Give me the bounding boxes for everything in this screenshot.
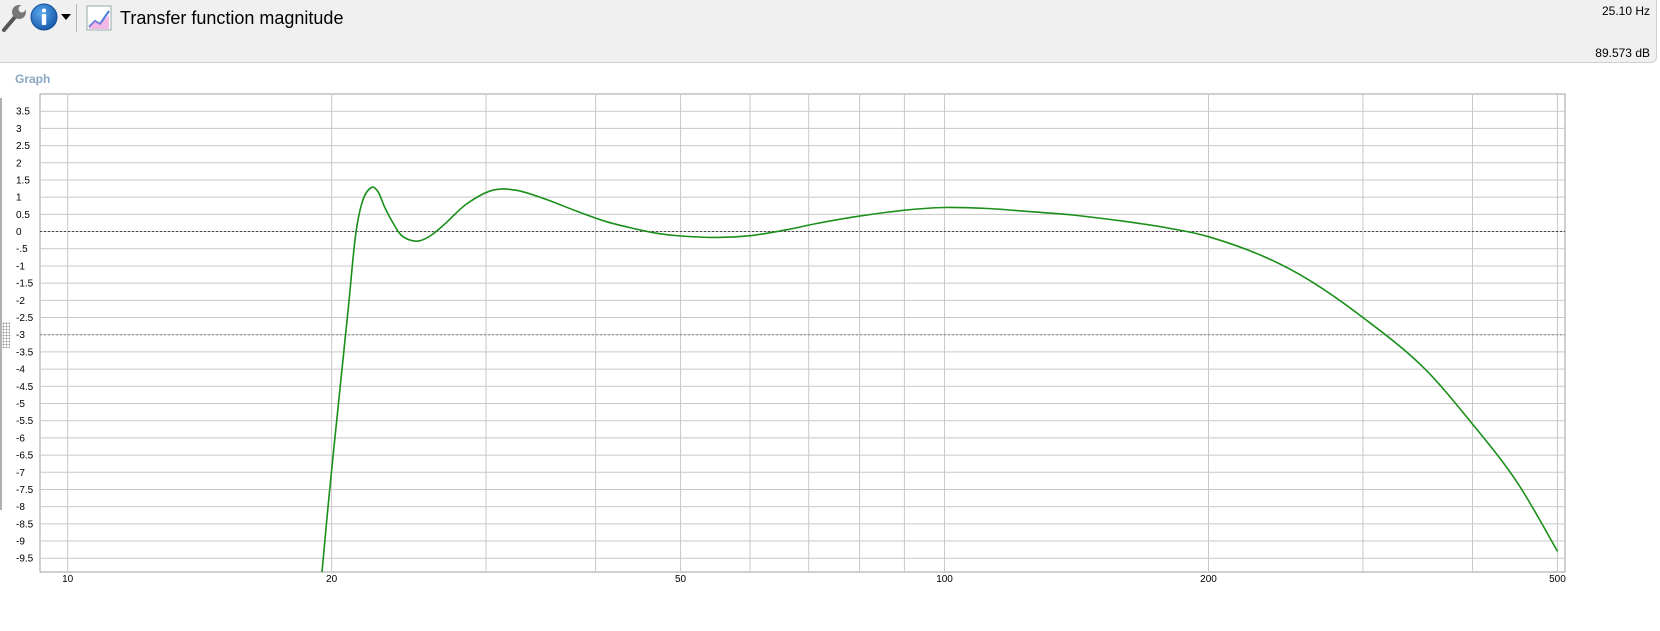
y-tick-label: -5.5 <box>16 416 34 427</box>
y-tick-label: -8.5 <box>16 519 34 530</box>
magnitude-chart[interactable]: 3.5 3 2.5 2 1.5 1 0.5 0 -.5 -1 -1.5 -2 -2.5 -3 -3.5 -4 -… <box>0 0 1660 631</box>
y-tick-label: -2 <box>16 296 25 307</box>
y-tick-label: 2 <box>16 158 22 169</box>
y-tick-label: -4 <box>16 365 25 376</box>
y-tick-label: -6.5 <box>16 451 34 462</box>
y-tick-label: -5 <box>16 399 25 410</box>
y-tick-label: -4.5 <box>16 382 34 393</box>
x-tick-label: 100 <box>936 574 953 585</box>
y-tick-label: 3 <box>16 124 22 135</box>
y-tick-label: 2.5 <box>16 141 30 152</box>
y-tick-label: -9 <box>16 537 25 548</box>
chart-grid <box>39 93 1566 573</box>
y-tick-label: -7 <box>16 468 25 479</box>
y-tick-label: 1.5 <box>16 175 30 186</box>
y-tick-label: -2.5 <box>16 313 34 324</box>
y-tick-label: -8 <box>16 502 25 513</box>
x-axis-labels: 10 20 50 100 200 500 <box>62 574 1566 585</box>
x-tick-label: 10 <box>62 574 74 585</box>
x-tick-label: 20 <box>326 574 338 585</box>
y-tick-label: -9.5 <box>16 554 34 565</box>
x-tick-label: 500 <box>1549 574 1566 585</box>
y-tick-label: -3 <box>16 330 25 341</box>
y-tick-label: -3.5 <box>16 347 34 358</box>
x-tick-label: 200 <box>1200 574 1217 585</box>
y-tick-label: -1.5 <box>16 279 34 290</box>
y-tick-label: -1 <box>16 261 25 272</box>
y-tick-label: 1 <box>16 193 22 204</box>
y-tick-label: -7.5 <box>16 485 34 496</box>
y-tick-label: -.5 <box>16 244 28 255</box>
y-tick-label: 0.5 <box>16 210 30 221</box>
y-tick-label: -6 <box>16 433 25 444</box>
plot-frame <box>39 93 1566 573</box>
x-tick-label: 50 <box>675 574 687 585</box>
y-tick-label: 3.5 <box>16 107 30 118</box>
y-tick-label: 0 <box>16 227 22 238</box>
y-axis-labels: 3.5 3 2.5 2 1.5 1 0.5 0 -.5 -1 -1.5 -2 -2.5 -3 -3.5 -4 -… <box>16 107 34 565</box>
